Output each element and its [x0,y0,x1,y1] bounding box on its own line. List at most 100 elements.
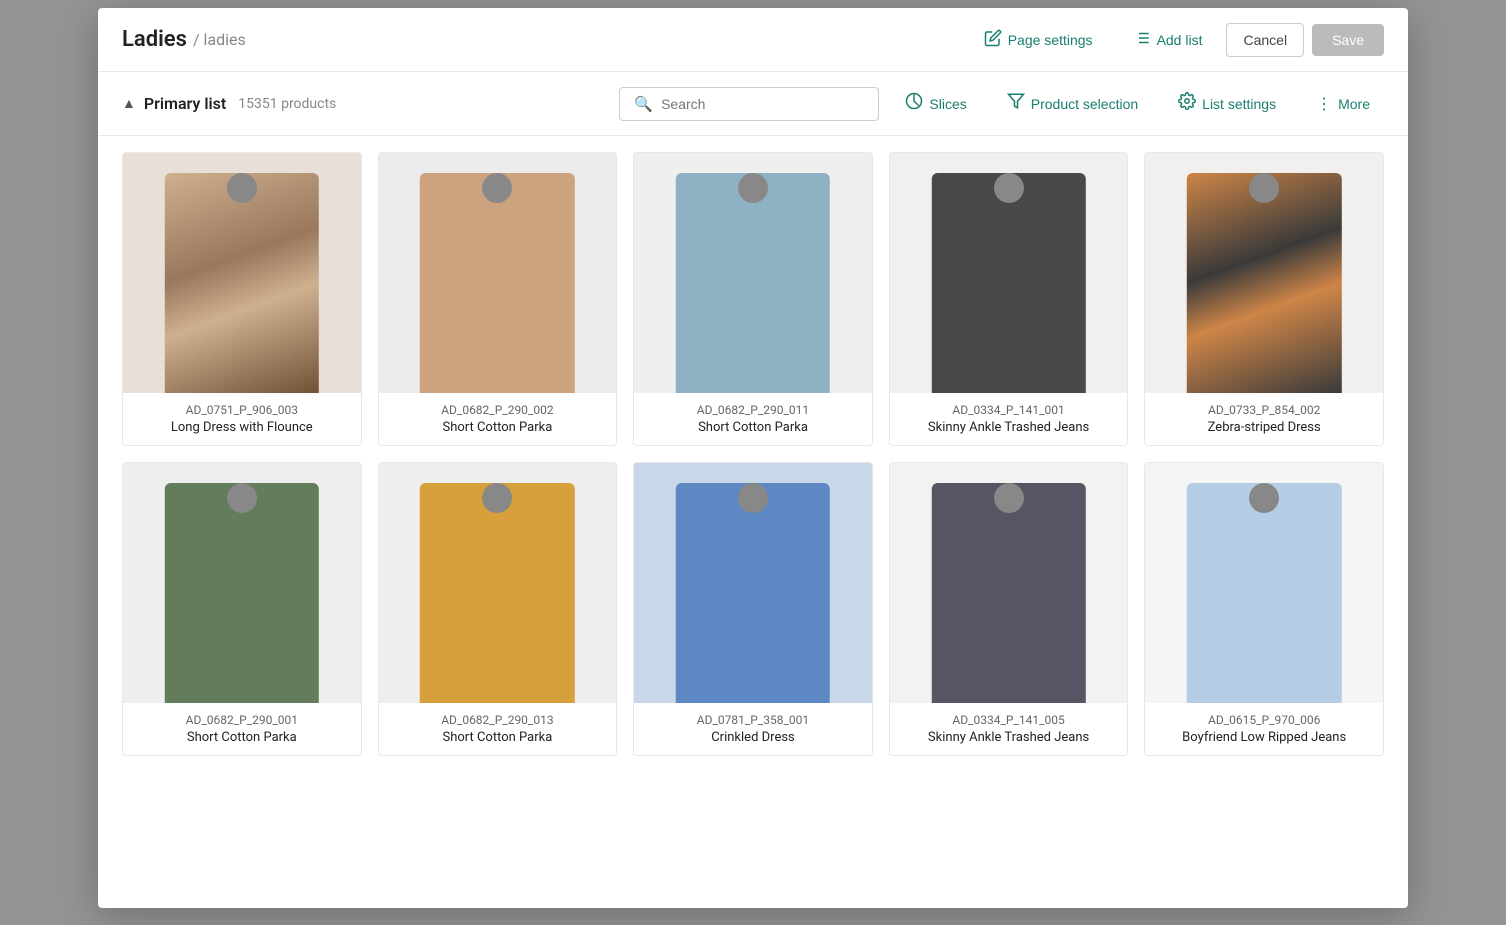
product-head [738,173,768,203]
search-input[interactable] [661,96,864,112]
product-name: Skinny Ankle Trashed Jeans [902,730,1116,745]
product-card[interactable]: AD_0682_P_290_001 Short Cotton Parka [122,462,362,756]
product-id: AD_0751_P_906_003 [135,403,349,417]
product-id: AD_0334_P_141_005 [902,713,1116,727]
product-name: Boyfriend Low Ripped Jeans [1157,730,1371,745]
product-id: AD_0682_P_290_002 [391,403,605,417]
product-card[interactable]: AD_0751_P_906_003 Long Dress with Flounc… [122,152,362,446]
product-name: Short Cotton Parka [391,420,605,435]
product-card[interactable]: AD_0733_P_854_002 Zebra-striped Dress [1144,152,1384,446]
product-name: Zebra-striped Dress [1157,420,1371,435]
product-card[interactable]: AD_0682_P_290_002 Short Cotton Parka [378,152,618,446]
product-figure [420,483,574,703]
product-figure [1187,173,1341,393]
product-info: AD_0334_P_141_005 Skinny Ankle Trashed J… [890,703,1128,755]
product-head [1249,483,1279,513]
product-grid-container[interactable]: AD_0751_P_906_003 Long Dress with Flounc… [98,136,1408,908]
product-name: Crinkled Dress [646,730,860,745]
slices-label: Slices [929,96,966,112]
product-head [227,483,257,513]
product-figure [931,483,1085,703]
product-id: AD_0682_P_290_013 [391,713,605,727]
filter-icon [1007,92,1025,115]
page-settings-button[interactable]: Page settings [968,21,1109,58]
product-name: Skinny Ankle Trashed Jeans [902,420,1116,435]
list-toolbar: ▲ Primary list 15351 products 🔍 Slices [98,72,1408,136]
cancel-button[interactable]: Cancel [1226,23,1304,57]
modal-overlay: Ladies / ladies Page settings [0,0,1506,925]
modal-header-actions: Page settings Add list [968,21,1384,58]
product-name: Short Cotton Parka [391,730,605,745]
product-id: AD_0615_P_970_006 [1157,713,1371,727]
product-image [1145,153,1383,393]
product-selection-label: Product selection [1031,96,1138,112]
more-button[interactable]: ⋮ More [1302,86,1384,122]
modal-title: Ladies [122,27,187,52]
page-settings-icon [984,29,1002,50]
gear-icon [1178,92,1196,115]
product-id: AD_0733_P_854_002 [1157,403,1371,417]
product-image [123,463,361,703]
add-list-button[interactable]: Add list [1117,21,1219,58]
list-settings-button[interactable]: List settings [1164,84,1290,123]
product-image [890,153,1128,393]
list-settings-label: List settings [1202,96,1276,112]
product-id: AD_0334_P_141_001 [902,403,1116,417]
product-image [1145,463,1383,703]
product-figure [165,483,319,703]
product-card[interactable]: AD_0334_P_141_005 Skinny Ankle Trashed J… [889,462,1129,756]
product-image [634,153,872,393]
slices-button[interactable]: Slices [891,84,980,123]
save-button[interactable]: Save [1312,24,1384,56]
product-card[interactable]: AD_0615_P_970_006 Boyfriend Low Ripped J… [1144,462,1384,756]
product-figure [931,173,1085,393]
product-head [738,483,768,513]
modal-header: Ladies / ladies Page settings [98,8,1408,72]
product-head [227,173,257,203]
primary-list-label: Primary list [144,94,226,113]
product-info: AD_0334_P_141_001 Skinny Ankle Trashed J… [890,393,1128,445]
product-card[interactable]: AD_0682_P_290_013 Short Cotton Parka [378,462,618,756]
add-list-icon [1133,29,1151,50]
product-info: AD_0682_P_290_002 Short Cotton Parka [379,393,617,445]
product-figure [165,173,319,393]
product-head [482,483,512,513]
product-image [123,153,361,393]
product-figure [420,173,574,393]
product-head [482,173,512,203]
product-count: 15351 products [238,96,336,112]
chevron-up-icon: ▲ [122,95,136,112]
product-info: AD_0682_P_290_001 Short Cotton Parka [123,703,361,755]
product-selection-button[interactable]: Product selection [993,84,1152,123]
product-info: AD_0733_P_854_002 Zebra-striped Dress [1145,393,1383,445]
product-card[interactable]: AD_0682_P_290_011 Short Cotton Parka [633,152,873,446]
product-id: AD_0682_P_290_011 [646,403,860,417]
search-icon: 🔍 [634,95,653,113]
product-info: AD_0751_P_906_003 Long Dress with Flounc… [123,393,361,445]
list-toggle[interactable]: ▲ Primary list [122,94,226,113]
slices-icon [905,92,923,115]
product-head [1249,173,1279,203]
product-id: AD_0682_P_290_001 [135,713,349,727]
product-image [379,153,617,393]
product-info: AD_0615_P_970_006 Boyfriend Low Ripped J… [1145,703,1383,755]
product-image [890,463,1128,703]
modal-subtitle: / ladies [193,30,246,49]
add-list-label: Add list [1157,32,1203,48]
search-box[interactable]: 🔍 [619,87,879,121]
product-head [994,173,1024,203]
product-figure [676,173,830,393]
product-figure [676,483,830,703]
product-image [379,463,617,703]
product-name: Short Cotton Parka [135,730,349,745]
product-figure [1187,483,1341,703]
product-head [994,483,1024,513]
product-grid: AD_0751_P_906_003 Long Dress with Flounc… [122,152,1384,756]
product-id: AD_0781_P_358_001 [646,713,860,727]
modal: Ladies / ladies Page settings [98,8,1408,908]
product-name: Short Cotton Parka [646,420,860,435]
more-dots-icon: ⋮ [1316,94,1332,114]
product-image [634,463,872,703]
product-card[interactable]: AD_0781_P_358_001 Crinkled Dress [633,462,873,756]
product-card[interactable]: AD_0334_P_141_001 Skinny Ankle Trashed J… [889,152,1129,446]
